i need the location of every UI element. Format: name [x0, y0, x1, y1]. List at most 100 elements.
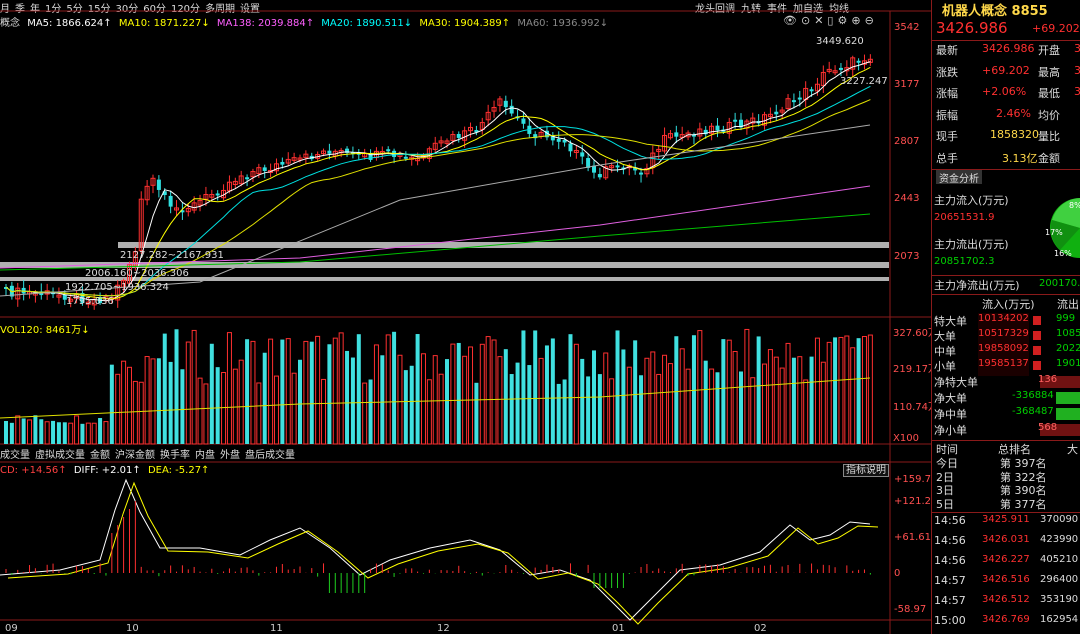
volume-bar — [4, 420, 8, 444]
flow-in-marker — [1033, 361, 1041, 370]
indicator-tab-2[interactable]: 金额 — [90, 450, 110, 461]
candle — [556, 131, 561, 150]
dea-value: DEA: -5.27↑ — [147, 465, 210, 476]
candle — [438, 136, 444, 148]
volume-bar — [15, 415, 21, 445]
candle — [592, 160, 596, 179]
macd-axis-label: 0 — [894, 568, 900, 579]
indicator-tab-0[interactable]: 成交量 — [0, 450, 30, 461]
indicator-tab-5[interactable]: 内盘 — [195, 450, 215, 461]
volume-bar — [762, 363, 768, 445]
candle — [650, 145, 656, 175]
volume-bar — [767, 349, 773, 445]
candle — [667, 130, 673, 140]
volume-bar — [162, 333, 167, 444]
volume-bar — [191, 329, 197, 445]
quote-value: 1858320 — [990, 128, 1039, 141]
candle — [644, 163, 650, 178]
volume-bar — [426, 379, 432, 445]
net-row-bar — [1056, 408, 1080, 420]
volume-bar — [268, 338, 274, 445]
indicator-tab-3[interactable]: 沪深金额 — [115, 450, 155, 461]
volume-bar — [580, 358, 585, 444]
candle — [662, 127, 668, 154]
volume-bar — [732, 350, 738, 445]
indicator-tab-1[interactable]: 虚拟成交量 — [35, 450, 85, 461]
macd-legend: CD: +14.56↑ DIFF: +2.01↑ DEA: -5.27↑ — [0, 465, 213, 476]
quote-label: 涨幅 — [936, 87, 958, 100]
dea-line — [7, 481, 879, 625]
tick-price: 3425.911 — [982, 514, 1030, 525]
tick-volume: 370090 — [1040, 514, 1079, 525]
candle — [303, 150, 309, 165]
volume-bar — [321, 378, 327, 445]
candle — [479, 117, 485, 135]
volume-bar — [685, 368, 691, 445]
volume-bar — [215, 367, 220, 444]
chart-canvas[interactable]: 3542 3177 2807 2443 2073 327.60万 219.17万 110.74… — [0, 0, 931, 634]
candle — [491, 100, 497, 118]
net-outflow-label: 主力净流出(万元) — [934, 279, 1020, 292]
indicator-tab-7[interactable]: 盘后成交量 — [245, 450, 295, 461]
volume-bar — [679, 348, 685, 445]
volume-bar — [203, 383, 209, 445]
volume-bar — [538, 357, 544, 445]
volume-bar — [721, 339, 726, 444]
volume-bar — [445, 359, 449, 444]
volume-bar — [850, 347, 856, 445]
volume-bar — [820, 361, 826, 445]
volume-bar — [409, 365, 414, 444]
candle — [550, 131, 555, 146]
quote-value: 3426.986 — [982, 42, 1035, 55]
tick-price: 3426.512 — [982, 594, 1030, 605]
volume-bar — [238, 359, 244, 445]
quote-label: 均价 — [1038, 108, 1060, 122]
volume-bar — [709, 368, 715, 445]
volume-axis-label: 219.17万 — [893, 364, 931, 375]
volume-bar — [403, 370, 408, 444]
price-axis-label: 2073 — [894, 251, 919, 262]
candle — [586, 153, 591, 172]
volume-indicator-tabs[interactable]: 成交量 虚拟成交量 金额 沪深金额 换手率 内盘 外盘 盘后成交量 — [0, 446, 300, 461]
volume-bar — [756, 336, 761, 444]
candle — [767, 107, 773, 124]
macd-axis-label: +121.2 — [894, 496, 931, 507]
volume-bar — [33, 415, 38, 444]
candle — [485, 104, 491, 127]
candle — [533, 131, 538, 146]
price-change: +69.202 — [1032, 22, 1080, 35]
candle — [750, 112, 756, 131]
volume-bar — [150, 358, 156, 445]
tick-time: 15:00 — [934, 614, 966, 627]
quote-label: 振幅 — [936, 108, 958, 122]
candle — [844, 60, 850, 76]
fund-analysis-tab[interactable]: 资金分析 — [936, 170, 982, 185]
quote-label: 金额 — [1038, 151, 1060, 165]
volume-bar — [450, 343, 456, 445]
diff-line — [0, 478, 871, 621]
volume-bar — [626, 366, 632, 445]
indicator-tab-6[interactable]: 外盘 — [220, 450, 240, 461]
flow-in-marker — [1033, 346, 1041, 355]
volume-bar — [833, 337, 838, 444]
quote-label: 最高 — [1038, 65, 1060, 79]
indicator-explain-button[interactable]: 指标说明 — [843, 464, 889, 477]
net-row-bar — [1056, 392, 1080, 404]
volume-bar — [791, 357, 796, 444]
volume-bar — [838, 336, 844, 445]
rank-big-header: 大 — [1067, 443, 1078, 456]
volume-bar — [633, 340, 638, 444]
candle — [232, 177, 238, 189]
tick-price: 3426.769 — [982, 614, 1030, 625]
candle — [21, 280, 26, 301]
candle — [515, 109, 520, 121]
month-label: 10 — [126, 623, 139, 634]
volume-bar — [797, 356, 803, 445]
candle — [715, 118, 720, 138]
candle — [432, 136, 438, 152]
inflow-value: 20651531.9 — [934, 212, 995, 223]
candle — [356, 148, 361, 160]
indicator-tab-4[interactable]: 换手率 — [160, 450, 190, 461]
volume-bar — [550, 338, 555, 444]
month-label: 09 — [5, 623, 18, 634]
